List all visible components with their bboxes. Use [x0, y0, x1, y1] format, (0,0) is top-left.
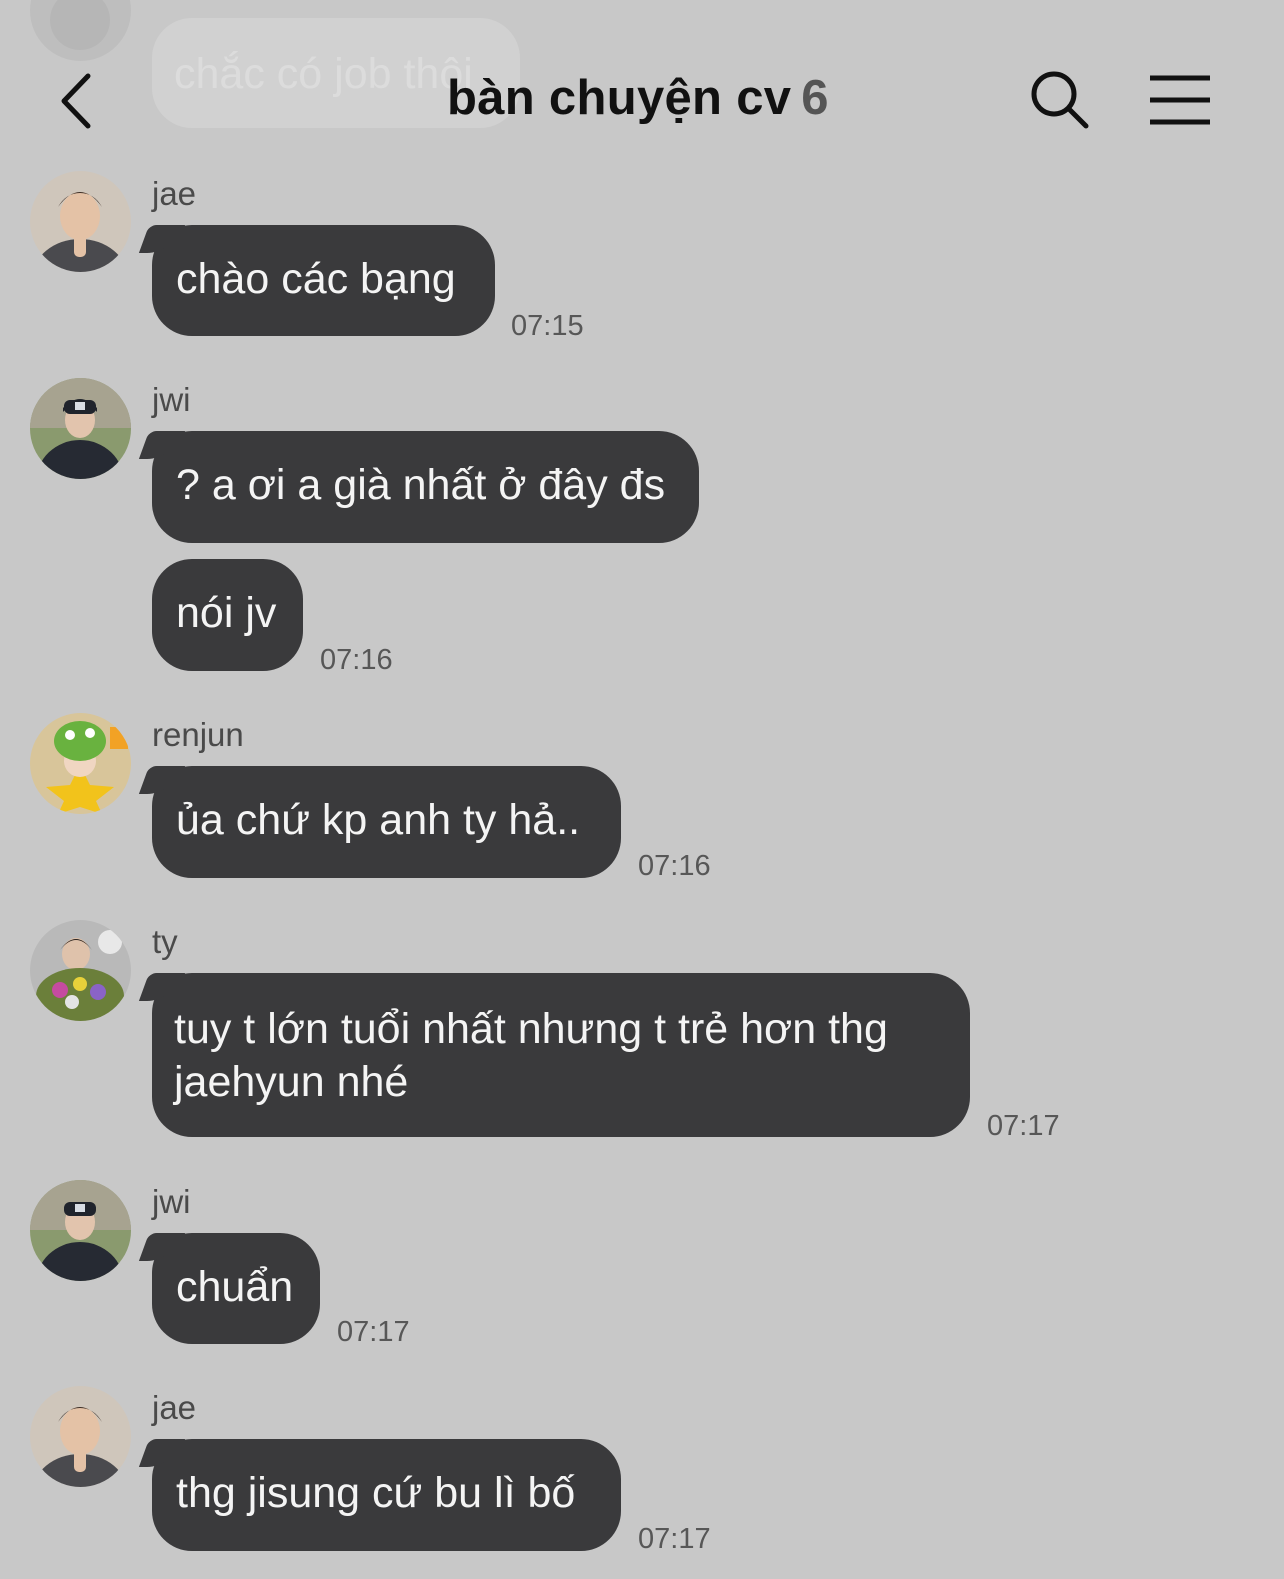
message-text-line: jaehyun nhé [174, 1058, 409, 1106]
sender-name: jae [152, 1389, 197, 1426]
chat-title: bàn chuyện cv [447, 71, 792, 125]
back-button[interactable] [50, 66, 110, 136]
message-time: 07:17 [337, 1316, 410, 1348]
chat-title-group: bàn chuyện cv 6 [447, 70, 829, 126]
member-count: 6 [801, 71, 829, 125]
message-bubble[interactable]: ? a ơi a già nhất ở đây đs [152, 431, 699, 543]
avatar[interactable] [30, 1180, 131, 1281]
message-text: nói jv [176, 589, 277, 637]
avatar[interactable] [30, 378, 131, 479]
message-time: 07:17 [987, 1110, 1060, 1142]
message-bubble[interactable]: nói jv [152, 559, 303, 671]
message-bubble[interactable]: ủa chứ kp anh ty hả.. [152, 766, 621, 878]
sender-name: ty [152, 923, 178, 960]
message-bubble[interactable]: tuy t lớn tuổi nhất nhưng t trẻ hơn thg … [152, 973, 970, 1137]
avatar[interactable] [30, 1386, 131, 1487]
chevron-left-icon [61, 73, 91, 129]
avatar[interactable] [30, 920, 131, 1021]
avatar[interactable] [30, 171, 131, 272]
sender-name: jwi [152, 381, 191, 418]
sender-name: renjun [152, 716, 244, 753]
message-bubble[interactable]: thg jisung cứ bu lì bố [152, 1439, 621, 1551]
message-text: chuẩn [176, 1263, 294, 1311]
message-text: thg jisung cứ bu lì bố [176, 1469, 576, 1517]
message-text-line: tuy t lớn tuổi nhất nhưng t trẻ hơn thg [174, 1005, 888, 1053]
message-text: ủa chứ kp anh ty hả.. [176, 796, 581, 844]
menu-button[interactable] [1146, 70, 1214, 130]
message-time: 07:17 [638, 1523, 711, 1555]
message-text: ? a ơi a già nhất ở đây đs [176, 461, 666, 509]
message-time: 07:15 [511, 310, 584, 342]
message-text: chào các bạng [176, 255, 456, 303]
message-time: 07:16 [320, 644, 393, 676]
sender-name: jwi [152, 1183, 191, 1220]
avatar[interactable] [30, 713, 131, 814]
message-time: 07:16 [638, 850, 711, 882]
message-bubble[interactable]: chuẩn [152, 1233, 320, 1344]
hamburger-menu-icon [1150, 75, 1210, 125]
sender-name: jae [152, 175, 197, 212]
chat-screen: chắc có job thôi bàn chuyện cv 6 jae chà… [0, 0, 1284, 1579]
message-bubble[interactable]: chào các bạng [152, 225, 495, 336]
search-button[interactable] [1028, 68, 1092, 132]
search-icon [1031, 71, 1089, 129]
chat-header: bàn chuyện cv 6 [0, 40, 1284, 160]
